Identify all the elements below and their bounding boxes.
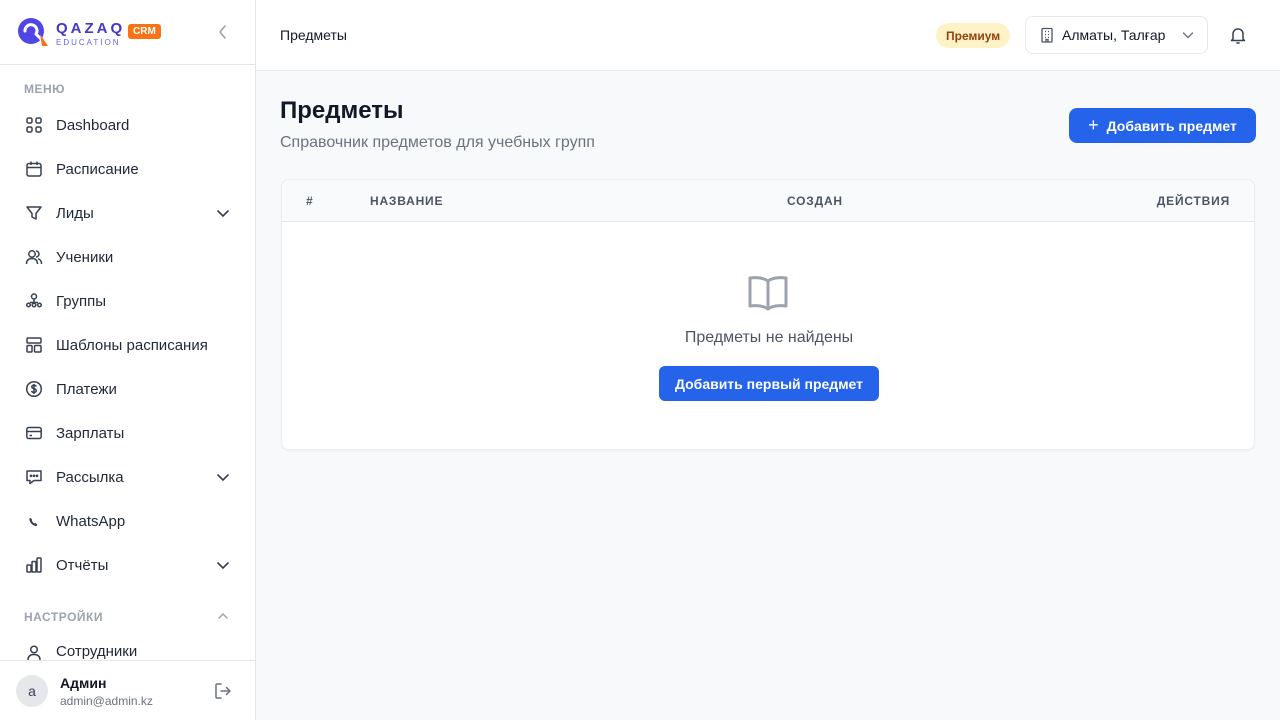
table-header: # НАЗВАНИЕ СОЗДАН ДЕЙСТВИЯ	[282, 180, 1254, 222]
calendar-icon	[24, 159, 44, 179]
sidebar-item-schedule-templates[interactable]: Шаблоны расписания	[16, 325, 240, 365]
user-email: admin@admin.kz	[60, 694, 153, 708]
logo-icon	[18, 18, 48, 46]
chevron-up-icon[interactable]	[216, 609, 230, 623]
user-panel: a Админ admin@admin.kz	[0, 660, 255, 720]
sidebar-item-label: WhatsApp	[56, 512, 126, 530]
groups-icon	[24, 291, 44, 311]
sidebar-item-students[interactable]: Ученики	[16, 237, 240, 277]
page-subtitle: Справочник предметов для учебных групп	[280, 134, 595, 151]
chevron-down-icon	[217, 474, 229, 482]
menu-section-title: МЕНЮ	[24, 82, 66, 96]
crm-badge: CRM	[128, 24, 161, 39]
logout-icon[interactable]	[213, 681, 233, 701]
sidebar-item-label: Группы	[56, 292, 106, 310]
header-title: Предметы	[280, 27, 347, 43]
add-subject-button[interactable]: + Добавить предмет	[1069, 108, 1256, 143]
sidebar-item-employees[interactable]: Сотрудники	[16, 633, 240, 660]
column-header-name: НАЗВАНИЕ	[370, 194, 444, 208]
sidebar-item-label: Рассылка	[56, 468, 124, 486]
sidebar-item-label: Шаблоны расписания	[56, 336, 208, 354]
top-bar: Предметы Премиум Алматы, Талғар	[256, 0, 1280, 71]
sidebar-item-label: Dashboard	[56, 116, 130, 134]
plan-badge: Премиум	[936, 23, 1011, 48]
sidebar-item-mailing[interactable]: Рассылка	[16, 457, 240, 497]
sidebar-item-label: Расписание	[56, 160, 139, 178]
building-icon	[1041, 27, 1053, 43]
column-header-number: #	[306, 194, 314, 208]
template-icon	[24, 335, 44, 355]
book-icon	[748, 276, 788, 311]
sidebar-item-leads[interactable]: Лиды	[16, 193, 240, 233]
sidebar-item-label: Ученики	[56, 248, 114, 266]
chevron-left-icon	[218, 25, 226, 39]
plus-icon: +	[1088, 115, 1099, 135]
sidebar-item-schedule[interactable]: Расписание	[16, 149, 240, 189]
users-icon	[24, 247, 44, 267]
sidebar-item-label: Отчёты	[56, 556, 109, 574]
sidebar-item-reports[interactable]: Отчёты	[16, 545, 240, 585]
user-name: Админ	[60, 675, 107, 691]
add-first-subject-button[interactable]: Добавить первый предмет	[659, 366, 879, 401]
bell-icon[interactable]	[1228, 25, 1248, 45]
phone-icon	[24, 511, 44, 531]
empty-state-text: Предметы не найдены	[684, 329, 854, 346]
chevron-down-icon	[1182, 32, 1194, 39]
chart-icon	[24, 555, 44, 575]
brand-tagline: EDUCATION	[56, 38, 121, 47]
sidebar-item-label: Платежи	[56, 380, 117, 398]
chevron-down-icon	[217, 562, 229, 570]
funnel-icon	[24, 203, 44, 223]
sidebar-item-salaries[interactable]: Зарплаты	[16, 413, 240, 453]
logo-text: QAZAQ EDUCATION	[56, 20, 126, 48]
settings-section-title: НАСТРОЙКИ	[24, 610, 103, 624]
dashboard-icon	[24, 115, 44, 135]
sidebar-item-label: Зарплаты	[56, 424, 125, 442]
brand-name: QAZAQ	[56, 20, 126, 37]
collapse-sidebar-button[interactable]	[214, 22, 232, 42]
branch-selector[interactable]: Алматы, Талғар	[1025, 16, 1208, 54]
card-icon	[24, 423, 44, 443]
sidebar: QAZAQ EDUCATION CRM МЕНЮ Dashboard Распи…	[0, 0, 256, 720]
sidebar-item-groups[interactable]: Группы	[16, 281, 240, 321]
chat-icon	[24, 467, 44, 487]
brand-header: QAZAQ EDUCATION CRM	[0, 0, 255, 65]
chevron-down-icon	[217, 210, 229, 218]
column-header-actions: ДЕЙСТВИЯ	[1156, 194, 1230, 208]
branch-label: Алматы, Талғар	[1062, 27, 1166, 43]
add-subject-label: Добавить предмет	[1106, 117, 1237, 134]
subjects-table: # НАЗВАНИЕ СОЗДАН ДЕЙСТВИЯ Предметы не н…	[281, 179, 1255, 450]
sidebar-item-dashboard[interactable]: Dashboard	[16, 105, 240, 145]
sidebar-item-label: Лиды	[56, 204, 94, 222]
column-header-created: СОЗДАН	[787, 194, 843, 208]
page-title: Предметы	[280, 97, 404, 124]
user-icon	[24, 643, 44, 660]
avatar[interactable]: a	[16, 675, 48, 707]
sidebar-item-label: Сотрудники	[56, 643, 138, 660]
sidebar-item-payments[interactable]: Платежи	[16, 369, 240, 409]
dollar-icon	[24, 379, 44, 399]
sidebar-item-whatsapp[interactable]: WhatsApp	[16, 501, 240, 541]
